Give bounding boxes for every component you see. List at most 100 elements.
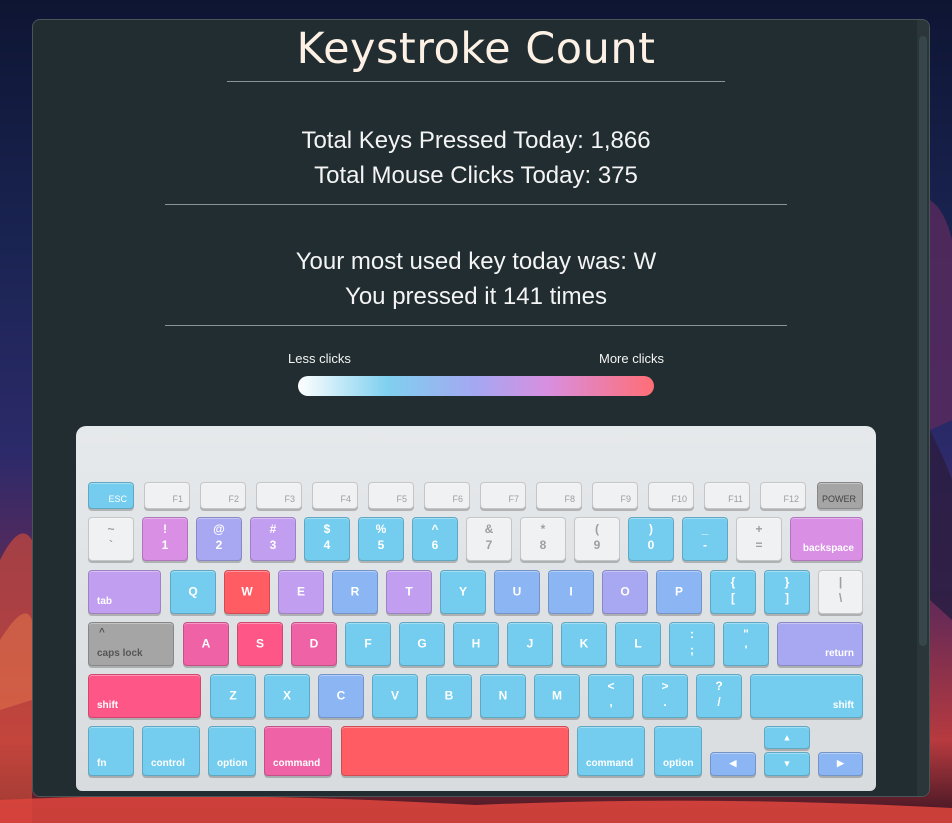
key-1-shift: ! (163, 522, 167, 536)
key-6[interactable]: ^ 6 (412, 517, 458, 561)
key-equals[interactable]: + = (736, 517, 782, 561)
key-f1[interactable]: F1 (144, 482, 190, 509)
key-2-legend: @2 (197, 521, 241, 553)
key-left-shift-label: shift (97, 700, 119, 711)
key-3-shift: # (269, 522, 277, 536)
key-fn[interactable]: fn (88, 726, 134, 776)
key-f4[interactable]: F4 (312, 482, 358, 509)
key-right-bracket[interactable]: }] (764, 570, 810, 614)
key-9[interactable]: (9 (574, 517, 620, 561)
key-2-shift: @ (213, 522, 225, 536)
key-quote[interactable]: " ' (723, 622, 769, 666)
key-t-label: T (405, 584, 413, 599)
key-h[interactable]: H (453, 622, 499, 666)
key-backspace[interactable]: backspace (790, 517, 863, 561)
key-i[interactable]: I (548, 570, 594, 614)
key-arrow-down[interactable]: ▼ (764, 752, 810, 776)
heat-legend-bar (298, 376, 654, 396)
key-j[interactable]: J (507, 622, 553, 666)
key-comma[interactable]: <, (588, 674, 634, 718)
key-arrow-up[interactable]: ▲ (764, 726, 810, 749)
key-e[interactable]: E (278, 570, 324, 614)
key-left-bracket[interactable]: {[ (710, 570, 756, 614)
key-4[interactable]: $4 (304, 517, 350, 561)
key-p[interactable]: P (656, 570, 702, 614)
key-a[interactable]: A (183, 622, 229, 666)
key-o-label: O (620, 584, 630, 599)
key-semicolon[interactable]: :; (669, 622, 715, 666)
key-space[interactable] (341, 726, 569, 776)
key-f8[interactable]: F8 (536, 482, 582, 509)
key-s-label: S (255, 636, 264, 651)
key-f6[interactable]: F6 (424, 482, 470, 509)
key-1-base: 1 (161, 538, 169, 552)
key-n[interactable]: N (480, 674, 526, 718)
key-3[interactable]: #3 (250, 517, 296, 561)
key-b[interactable]: B (426, 674, 472, 718)
key-f[interactable]: F (345, 622, 391, 666)
key-backslash[interactable]: | \ (818, 570, 863, 614)
key-d[interactable]: D (291, 622, 337, 666)
key-5-shift: % (375, 522, 387, 536)
key-q[interactable]: Q (170, 570, 216, 614)
key-left-command[interactable]: command (264, 726, 332, 776)
key-left-option[interactable]: option (208, 726, 256, 776)
key-f9[interactable]: F9 (592, 482, 638, 509)
key-l[interactable]: L (615, 622, 661, 666)
key-left-shift[interactable]: shift (88, 674, 201, 718)
key-esc[interactable]: ESC (88, 482, 134, 509)
key-caps-lock[interactable]: ^ caps lock (88, 622, 174, 666)
key-u[interactable]: U (494, 570, 540, 614)
key-right-command-label: command (586, 758, 634, 769)
key-period[interactable]: >. (642, 674, 688, 718)
key-right-command[interactable]: command (577, 726, 645, 776)
key-c[interactable]: C (318, 674, 364, 718)
key-arrow-right[interactable]: ▶ (818, 752, 863, 776)
key-f7[interactable]: F7 (480, 482, 526, 509)
key-v[interactable]: V (372, 674, 418, 718)
key-right-option[interactable]: option (654, 726, 702, 776)
key-z[interactable]: Z (210, 674, 256, 718)
key-control[interactable]: control (142, 726, 200, 776)
key-f7-label: F7 (508, 494, 519, 504)
key-s[interactable]: S (237, 622, 283, 666)
key-y[interactable]: Y (440, 570, 486, 614)
key-k-label: K (579, 636, 589, 651)
key-7[interactable]: & 7 (466, 517, 512, 561)
key-power[interactable]: POWER (817, 482, 863, 509)
key-f11[interactable]: F11 (704, 482, 750, 509)
key-1[interactable]: ! 1 (142, 517, 188, 561)
key-right-shift[interactable]: shift (750, 674, 863, 718)
key-k[interactable]: K (561, 622, 607, 666)
key-i-label: I (569, 584, 573, 599)
key-r[interactable]: R (332, 570, 378, 614)
key-f2[interactable]: F2 (200, 482, 246, 509)
key-w[interactable]: W (224, 570, 270, 614)
key-f5[interactable]: F5 (368, 482, 414, 509)
key-2[interactable]: @2 (196, 517, 242, 561)
key-semicolon-shift: : (690, 627, 694, 641)
key-f3[interactable]: F3 (256, 482, 302, 509)
key-m[interactable]: M (534, 674, 580, 718)
key-tilde[interactable]: ~ ` (88, 517, 134, 561)
key-arrow-left[interactable]: ◀ (710, 752, 756, 776)
key-return[interactable]: return (777, 622, 863, 666)
key-8[interactable]: * 8 (520, 517, 566, 561)
key-5[interactable]: % 5 (358, 517, 404, 561)
key-f10[interactable]: F10 (648, 482, 694, 509)
key-o[interactable]: O (602, 570, 648, 614)
key-semicolon-base: ; (690, 643, 694, 657)
key-caps-lock-label: caps lock (97, 648, 143, 659)
key-f12[interactable]: F12 (760, 482, 806, 509)
key-g[interactable]: G (399, 622, 445, 666)
key-0[interactable]: ) 0 (628, 517, 674, 561)
key-x[interactable]: X (264, 674, 310, 718)
key-backslash-shift: | (838, 575, 843, 589)
key-b-label: B (444, 688, 454, 703)
key-minus[interactable]: _ - (682, 517, 728, 561)
key-slash[interactable]: ? / (696, 674, 742, 718)
scrollbar-thumb[interactable] (919, 36, 927, 646)
key-a-label: A (201, 636, 211, 651)
key-t[interactable]: T (386, 570, 432, 614)
key-tab[interactable]: tab (88, 570, 161, 614)
